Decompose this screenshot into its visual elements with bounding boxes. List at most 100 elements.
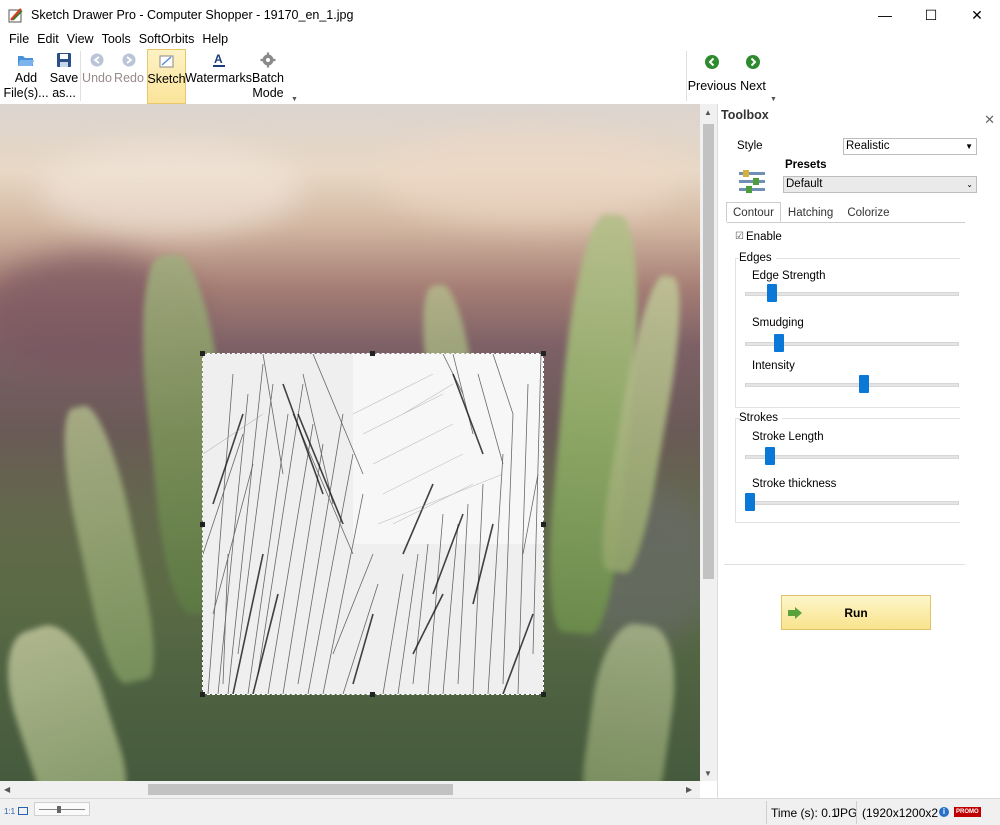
crop-handle[interactable]: [200, 522, 205, 527]
crop-handle[interactable]: [200, 351, 205, 356]
scroll-up-icon[interactable]: ▲: [704, 108, 712, 117]
zoom-slider-thumb[interactable]: [57, 806, 61, 813]
edge-strength-slider-thumb[interactable]: [767, 284, 778, 302]
presets-label: Presets: [785, 159, 827, 171]
style-label: Style: [737, 140, 763, 152]
watermarks-label: Watermarks: [185, 71, 252, 85]
photo-background: [380, 134, 680, 224]
scroll-down-icon[interactable]: ▼: [704, 769, 712, 778]
wheat-stalk: [576, 619, 684, 781]
chevron-down-icon[interactable]: ▼: [770, 96, 777, 103]
horizontal-scrollbar[interactable]: ◀ ▶: [0, 781, 700, 798]
style-select-value: Realistic: [846, 140, 890, 152]
stroke-thickness-slider-thumb[interactable]: [745, 493, 755, 511]
next-button[interactable]: Next: [737, 49, 769, 104]
photo-background: [40, 144, 300, 234]
stroke-thickness-slider[interactable]: [745, 501, 959, 505]
promo-badge[interactable]: PROMO: [954, 807, 981, 817]
open-folder-icon: [17, 51, 35, 69]
fit-window-icon[interactable]: [18, 807, 28, 815]
zoom-slider[interactable]: [34, 802, 90, 816]
run-arrow-icon: [788, 607, 802, 622]
toolbox-close-icon[interactable]: ✕: [984, 112, 995, 128]
app-logo-icon: [8, 7, 24, 23]
run-button[interactable]: Run: [781, 595, 931, 630]
crop-handle[interactable]: [541, 522, 546, 527]
previous-button[interactable]: Previous: [688, 49, 736, 104]
toolbox-title: Toolbox: [721, 108, 769, 122]
sketch-preview[interactable]: [202, 353, 544, 695]
stroke-length-slider[interactable]: [745, 455, 959, 459]
vertical-scrollbar[interactable]: ▲ ▼: [700, 104, 717, 781]
add-files-button[interactable]: Add File(s)...: [3, 49, 49, 104]
vertical-scroll-thumb[interactable]: [703, 124, 714, 579]
crop-handle[interactable]: [541, 351, 546, 356]
menu-edit[interactable]: Edit: [33, 30, 63, 49]
stroke-length-slider-thumb[interactable]: [765, 447, 776, 465]
tab-divider: [727, 222, 965, 223]
enable-checkbox[interactable]: ☑: [735, 231, 744, 242]
presets-sliders-icon: [738, 168, 766, 196]
minimize-icon: —: [878, 7, 892, 23]
scroll-right-icon[interactable]: ▶: [686, 785, 692, 794]
crop-handle[interactable]: [370, 351, 375, 356]
sketch-button[interactable]: Sketch: [147, 49, 186, 104]
maximize-button[interactable]: ☐: [908, 0, 954, 30]
zoom-slider-track: [39, 809, 85, 810]
watermarks-button[interactable]: A Watermarks: [185, 49, 252, 104]
undo-button[interactable]: Undo: [82, 49, 112, 104]
sketch-icon: [158, 52, 176, 70]
edge-strength-slider[interactable]: [745, 292, 959, 296]
close-button[interactable]: ✕: [954, 0, 1000, 30]
zoom-ratio-label[interactable]: 1:1: [4, 807, 15, 816]
menu-tools[interactable]: Tools: [98, 30, 135, 49]
run-label: Run: [844, 605, 868, 620]
format-status: JPG: [834, 806, 858, 820]
crop-handle[interactable]: [370, 692, 375, 697]
previous-label: Previous: [687, 79, 737, 93]
menu-help[interactable]: Help: [198, 30, 232, 49]
undo-label: Undo: [82, 71, 112, 85]
menu-view[interactable]: View: [63, 30, 98, 49]
info-icon[interactable]: i: [939, 807, 949, 817]
scroll-left-icon[interactable]: ◀: [4, 785, 10, 794]
crop-handle[interactable]: [200, 692, 205, 697]
presets-select[interactable]: Default ⌄: [783, 176, 977, 193]
crop-handle[interactable]: [541, 692, 546, 697]
batch-mode-label-2: Mode: [252, 86, 284, 100]
menu-softorbits[interactable]: SoftOrbits: [135, 30, 199, 49]
sketch-label: Sketch: [147, 72, 186, 86]
toolbar: Add File(s)... Save as... Undo Redo Sket…: [0, 49, 1000, 104]
edge-strength-label: Edge Strength: [752, 270, 826, 282]
toolbox-header: Toolbox ✕: [718, 108, 1000, 128]
undo-icon: [88, 51, 106, 69]
minimize-button[interactable]: —: [862, 0, 908, 30]
image-canvas[interactable]: [0, 104, 700, 781]
redo-button[interactable]: Redo: [113, 49, 145, 104]
effect-tabs: Contour Hatching Colorize: [726, 202, 897, 222]
smudging-label: Smudging: [752, 317, 804, 329]
menu-file[interactable]: File: [5, 30, 33, 49]
intensity-slider[interactable]: [745, 383, 959, 387]
intensity-slider-thumb[interactable]: [859, 375, 870, 393]
svg-text:A: A: [214, 52, 223, 66]
toolbar-separator: [80, 51, 81, 101]
strokes-group-title: Strokes: [739, 412, 782, 424]
tab-contour[interactable]: Contour: [726, 202, 781, 222]
enable-label: Enable: [746, 231, 782, 243]
window-title: Sketch Drawer Pro - Computer Shopper - 1…: [31, 8, 354, 22]
batch-mode-button[interactable]: Batch Mode: [250, 49, 286, 104]
style-select[interactable]: Realistic ▼: [843, 138, 977, 155]
tab-colorize[interactable]: Colorize: [840, 202, 896, 222]
chevron-down-icon[interactable]: ▼: [291, 96, 298, 103]
save-as-label-1: Save: [49, 71, 79, 85]
smudging-slider-thumb[interactable]: [773, 334, 784, 352]
time-status: Time (s): 0.1: [771, 806, 838, 820]
save-as-button[interactable]: Save as...: [48, 49, 80, 104]
add-files-label-2: File(s)...: [3, 86, 49, 100]
status-separator: [856, 801, 857, 824]
horizontal-scroll-thumb[interactable]: [148, 784, 453, 795]
presets-select-value: Default: [786, 178, 823, 190]
add-files-label-1: Add: [14, 71, 38, 85]
tab-hatching[interactable]: Hatching: [781, 202, 840, 222]
